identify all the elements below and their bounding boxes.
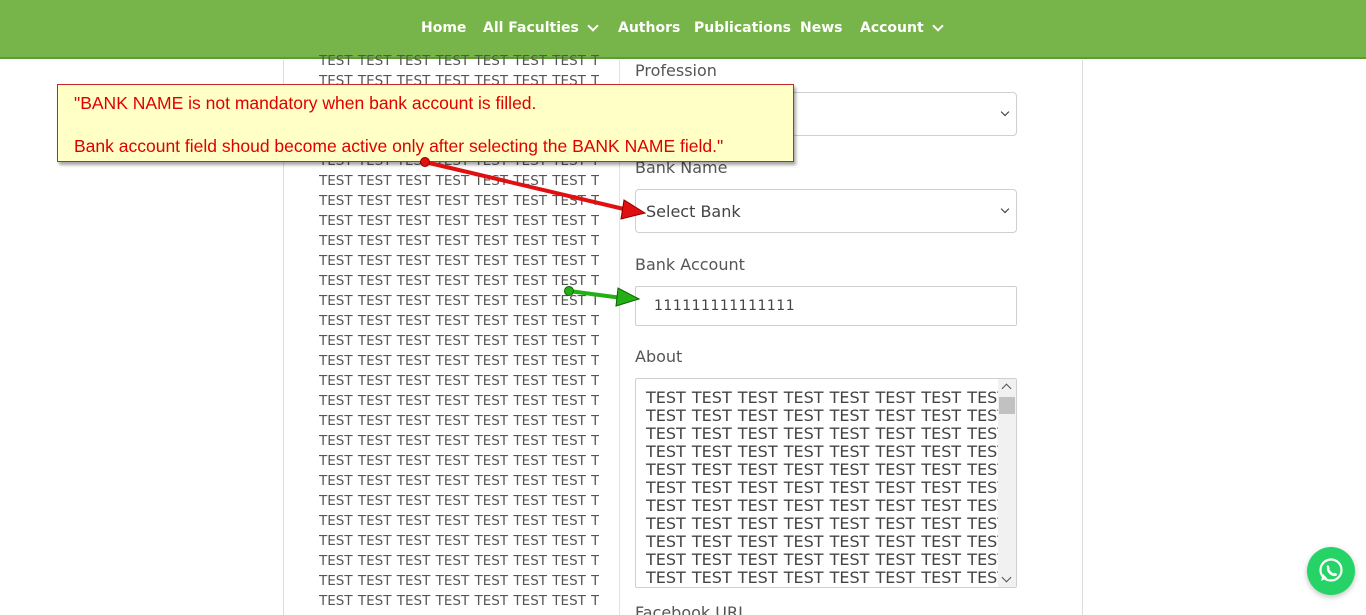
text-line: TEST TEST TEST TEST TEST TEST TEST TEST	[319, 493, 599, 509]
nav-item-label: All Faculties	[483, 20, 579, 36]
annotation-line-2: Bank account field shoud become active o…	[74, 136, 724, 156]
textarea-line: TEST TEST TEST TEST TEST TEST TEST TEST	[646, 388, 1008, 407]
nav-menu: Home All Faculties Authors Publications News…	[0, 0, 1366, 57]
textarea-line: TEST TEST TEST TEST TEST TEST TEST TEST	[646, 532, 1008, 551]
chevron-down-icon	[932, 20, 944, 32]
chevron-down-icon	[1000, 107, 1010, 117]
textarea-scrollbar[interactable]	[998, 379, 1016, 587]
text-line: TEST TEST TEST TEST TEST TEST TEST TEST	[319, 533, 599, 549]
profession-label: Profession	[635, 61, 717, 80]
nav-item-label: Account	[860, 20, 924, 36]
bank-account-input[interactable]: 111111111111111	[635, 286, 1017, 326]
textarea-line: TEST TEST TEST TEST TEST TEST TEST TEST	[646, 496, 1008, 515]
text-line: TEST TEST TEST TEST TEST TEST TEST TEST	[319, 213, 599, 229]
about-textarea[interactable]: TEST TEST TEST TEST TEST TEST TEST TEST T…	[635, 378, 1017, 588]
bank-name-select[interactable]: Select Bank	[635, 189, 1017, 233]
text-line: TEST TEST TEST TEST TEST TEST TEST TEST	[319, 513, 599, 529]
textarea-line: TEST TEST TEST TEST TEST TEST TEST TEST	[646, 478, 1008, 497]
nav-item-label: Home	[421, 20, 467, 36]
text-line: TEST TEST TEST TEST TEST TEST TEST TEST	[319, 353, 599, 369]
chevron-down-icon	[1000, 204, 1010, 214]
bank-account-value: 111111111111111	[654, 298, 796, 314]
scroll-down-arrow-icon[interactable]	[1001, 572, 1012, 583]
textarea-line: TEST TEST TEST TEST TEST TEST TEST TEST	[646, 424, 1008, 443]
textarea-line: TEST TEST TEST TEST TEST TEST TEST TEST	[646, 550, 1008, 569]
text-line: TEST TEST TEST TEST TEST TEST TEST TEST	[319, 413, 599, 429]
nav-item-all-faculties[interactable]: All Faculties	[483, 20, 599, 36]
text-line: TEST TEST TEST TEST TEST TEST TEST TEST	[319, 333, 599, 349]
nav-item-news[interactable]: News	[800, 20, 842, 36]
nav-item-home[interactable]: Home	[421, 20, 466, 36]
text-line: TEST TEST TEST TEST TEST TEST TEST TEST	[319, 193, 599, 209]
nav-item-label: Publications	[694, 20, 792, 36]
annotation-line-1: "BANK NAME is not mandatory when bank ac…	[74, 93, 537, 113]
textarea-line: TEST TEST TEST TEST TEST TEST TEST TEST	[646, 568, 1008, 587]
textarea-line: TEST TEST TEST TEST TEST TEST TEST TEST	[646, 442, 1008, 461]
text-line: TEST TEST TEST TEST TEST TEST TEST TEST	[319, 373, 599, 389]
bank-name-select-value: Select Bank	[646, 202, 741, 221]
nav-item-authors[interactable]: Authors	[618, 20, 680, 36]
scroll-up-arrow-icon[interactable]	[1001, 383, 1012, 394]
text-line: TEST TEST TEST TEST TEST TEST TEST TEST	[319, 433, 599, 449]
scrollbar-thumb[interactable]	[999, 397, 1015, 414]
facebook-url-label: Facebook URL	[635, 603, 748, 615]
bank-account-label: Bank Account	[635, 255, 745, 274]
text-line: TEST TEST TEST TEST TEST TEST TEST TEST	[319, 453, 599, 469]
text-line: TEST TEST TEST TEST TEST TEST TEST TEST	[319, 233, 599, 249]
text-line: TEST TEST TEST TEST TEST TEST TEST TEST	[319, 273, 599, 289]
chevron-down-icon	[587, 20, 599, 32]
top-navbar: Home All Faculties Authors Publications News…	[0, 0, 1366, 59]
nav-item-label: Authors	[618, 20, 681, 36]
text-line: TEST TEST TEST TEST TEST TEST TEST TEST	[319, 393, 599, 409]
text-line: TEST TEST TEST TEST TEST TEST TEST TEST	[319, 53, 599, 69]
whatsapp-icon	[1319, 558, 1343, 582]
text-line: TEST TEST TEST TEST TEST TEST TEST TEST	[319, 573, 599, 589]
textarea-line: TEST TEST TEST TEST TEST TEST TEST TEST	[646, 460, 1008, 479]
text-line: TEST TEST TEST TEST TEST TEST TEST TEST	[319, 293, 599, 309]
about-label: About	[635, 347, 683, 366]
annotation-callout: "BANK NAME is not mandatory when bank ac…	[57, 84, 794, 162]
textarea-line: TEST TEST TEST TEST TEST TEST TEST TEST	[646, 514, 1008, 533]
nav-item-label: News	[800, 20, 843, 36]
nav-item-account[interactable]: Account	[860, 20, 944, 36]
text-line: TEST TEST TEST TEST TEST TEST TEST TEST	[319, 473, 599, 489]
textarea-line: TEST TEST TEST TEST TEST TEST TEST TEST	[646, 406, 1008, 425]
about-textarea-content: TEST TEST TEST TEST TEST TEST TEST TEST T…	[646, 388, 1008, 587]
text-line: TEST TEST TEST TEST TEST TEST TEST TEST	[319, 313, 599, 329]
text-line: TEST TEST TEST TEST TEST TEST TEST TEST	[319, 553, 599, 569]
nav-item-publications[interactable]: Publications	[694, 20, 791, 36]
text-line: TEST TEST TEST TEST TEST TEST TEST TEST	[319, 173, 599, 189]
whatsapp-button[interactable]	[1307, 547, 1355, 595]
text-line: TEST TEST TEST TEST TEST TEST TEST TEST	[319, 593, 599, 609]
text-line: TEST TEST TEST TEST TEST TEST TEST TEST	[319, 253, 599, 269]
